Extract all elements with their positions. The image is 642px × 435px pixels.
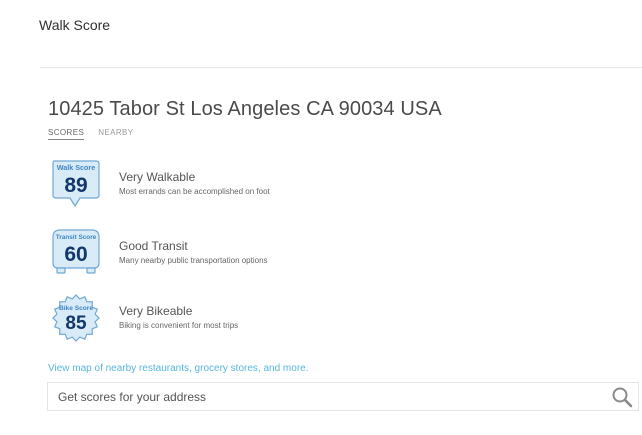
transit-score-value: 60: [64, 243, 87, 266]
walk-score-description: Most errands can be accomplished on foot: [119, 187, 270, 196]
walk-score-badge-icon: Walk Score 89: [52, 160, 100, 208]
walk-score-value: 89: [64, 174, 87, 197]
transit-score-description: Many nearby public transportation option…: [119, 256, 268, 265]
bike-score-description: Biking is convenient for most trips: [119, 321, 239, 330]
transit-score-badge-label: Transit Score: [56, 234, 97, 241]
bike-score-value: 85: [65, 313, 87, 334]
page-title: 10425 Tabor St Los Angeles CA 90034 USA: [48, 98, 442, 120]
transit-score-title: Good Transit: [119, 239, 188, 253]
walk-score-row: Walk Score 89 Very Walkable Most errands…: [50, 158, 450, 210]
header-divider: [40, 67, 642, 68]
address-search-input[interactable]: [48, 383, 608, 410]
bike-score-title: Very Bikeable: [119, 304, 193, 318]
search-icon[interactable]: [611, 386, 633, 408]
bike-score-badge-icon: Bike Score 85: [52, 294, 100, 342]
address-search-box: [47, 382, 639, 411]
walk-score-title: Very Walkable: [119, 170, 196, 184]
app-title: Walk Score: [39, 17, 111, 33]
walk-score-badge-label: Walk Score: [57, 163, 95, 172]
transit-score-row: Transit Score 60 Good Transit Many nearb…: [50, 227, 450, 279]
score-tabs: SCORES NEARBY: [48, 128, 134, 140]
transit-score-badge-icon: Transit Score 60: [52, 229, 100, 274]
bike-score-row: Bike Score 85 Very Bikeable Biking is co…: [50, 292, 450, 344]
bike-score-badge-label: Bike Score: [59, 305, 93, 312]
nearby-map-link[interactable]: View map of nearby restaurants, grocery …: [48, 363, 309, 374]
tab-nearby[interactable]: NEARBY: [98, 128, 133, 140]
tab-scores[interactable]: SCORES: [48, 128, 85, 140]
